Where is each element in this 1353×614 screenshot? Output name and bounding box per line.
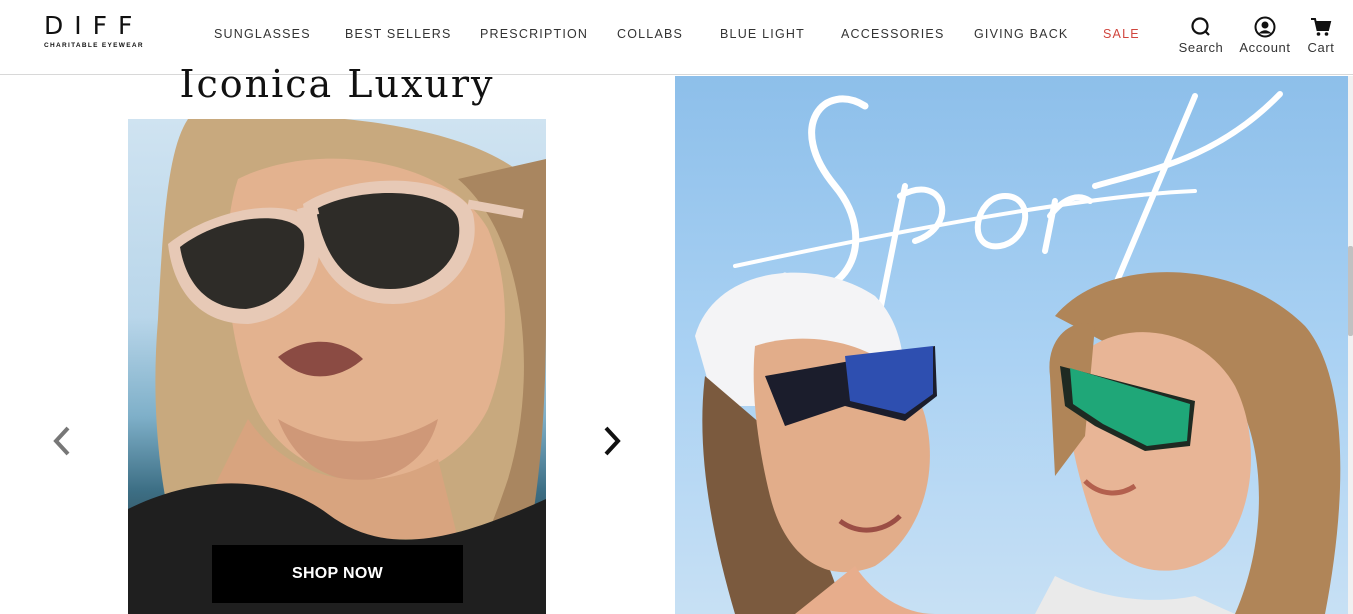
sport-banner-image[interactable] — [675, 76, 1348, 614]
nav-item-giving-back[interactable]: GIVING BACK — [974, 27, 1068, 41]
account-icon — [1254, 16, 1276, 38]
brand-name: DIFF — [44, 11, 144, 40]
account-button[interactable]: Account — [1238, 16, 1292, 55]
nav-item-sunglasses[interactable]: SUNGLASSES — [214, 27, 311, 41]
nav-item-accessories[interactable]: ACCESSORIES — [841, 27, 945, 41]
carousel-prev-button[interactable] — [50, 425, 74, 462]
scrollbar-thumb[interactable] — [1348, 246, 1353, 336]
cart-button[interactable]: Cart — [1304, 16, 1338, 55]
nav-item-prescription[interactable]: PRESCRIPTION — [480, 27, 588, 41]
hero-image-iconica[interactable] — [128, 119, 546, 614]
carousel-next-button[interactable] — [600, 425, 624, 462]
nav-item-blue-light[interactable]: BLUE LIGHT — [720, 27, 805, 41]
cart-icon — [1311, 18, 1332, 36]
nav-item-sale[interactable]: SALE — [1103, 27, 1140, 41]
search-button[interactable]: Search — [1177, 16, 1225, 55]
account-label: Account — [1239, 40, 1291, 55]
brand-logo[interactable]: DIFF CHARITABLE EYEWEAR — [44, 11, 154, 50]
nav-item-collabs[interactable]: COLLABS — [617, 27, 683, 41]
cart-label: Cart — [1307, 40, 1335, 55]
search-icon — [1191, 17, 1210, 36]
shop-now-button[interactable]: SHOP NOW — [212, 545, 463, 603]
chevron-left-icon — [53, 426, 70, 456]
model-with-aviators-illustration — [128, 119, 546, 614]
sport-models-illustration — [695, 91, 1341, 614]
search-label: Search — [1178, 40, 1224, 55]
brand-tagline: CHARITABLE EYEWEAR — [44, 42, 144, 49]
nav-item-best-sellers[interactable]: BEST SELLERS — [345, 27, 452, 41]
page-scrollbar[interactable] — [1348, 76, 1353, 614]
carousel-title: Iconica Luxury — [179, 62, 495, 106]
chevron-right-icon — [604, 426, 621, 456]
